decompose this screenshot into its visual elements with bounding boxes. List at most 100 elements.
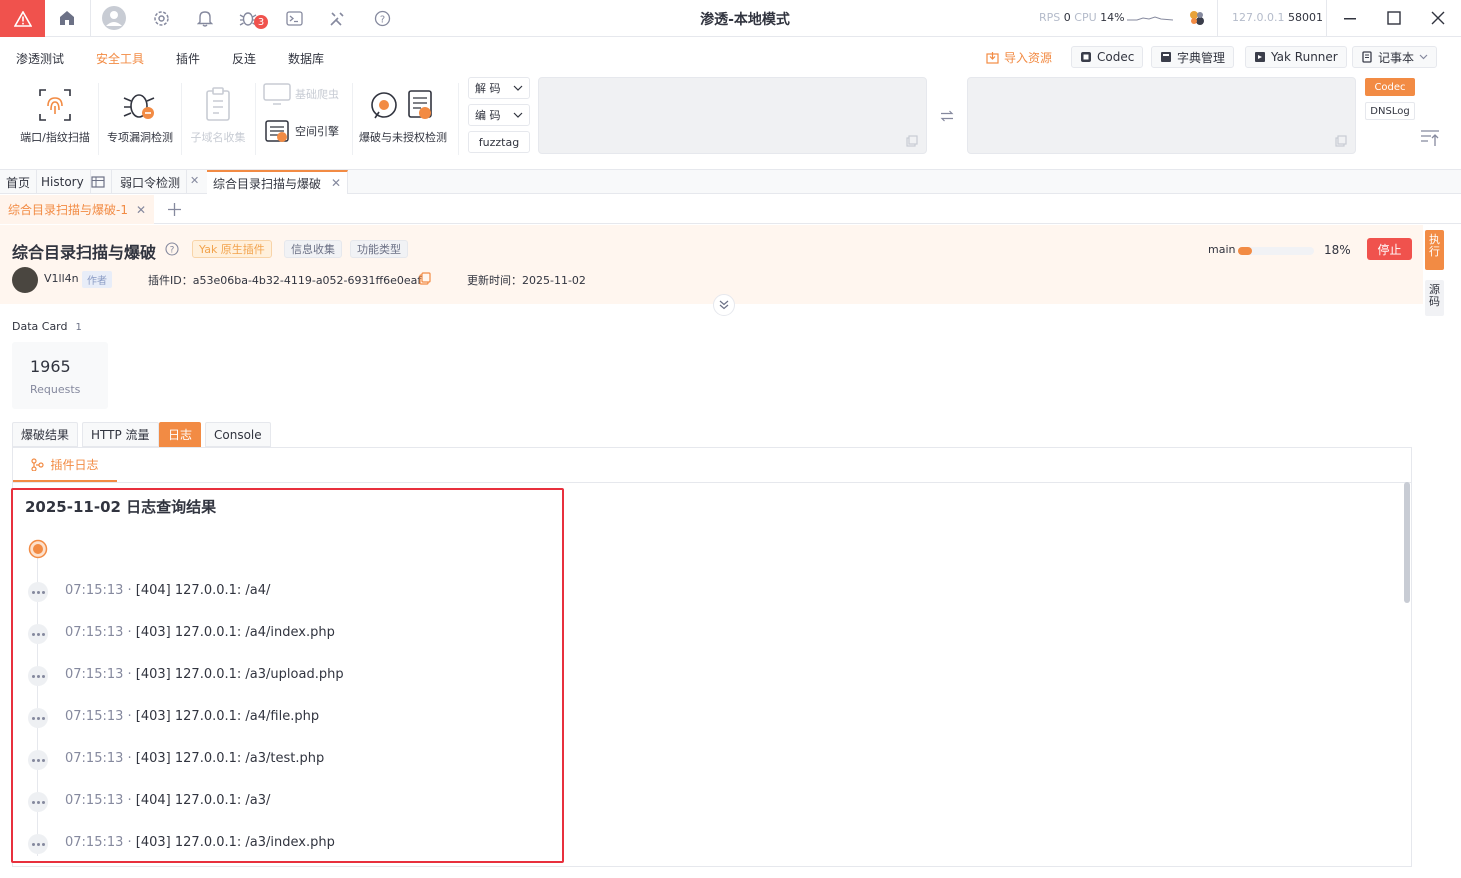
sort-icon[interactable] [1420,129,1440,147]
copy-icon[interactable] [906,135,918,147]
tab-home[interactable]: 首页 [0,170,38,194]
engine-address: 127.0.0.1 58001 [1232,11,1323,24]
brute-force-tool[interactable]: 爆破与未授权检测 [357,85,449,145]
codec-button[interactable]: Codec [1071,46,1144,68]
tab-brute-result[interactable]: 爆破结果 [12,422,79,447]
swap-icon[interactable] [940,110,954,122]
author-name: V1ll4n [44,272,79,285]
yak-runner-button[interactable]: Yak Runner [1245,46,1347,68]
runner-icon [1255,52,1265,62]
side-tab-dnslog[interactable]: DNSLog [1365,102,1415,120]
basic-crawler-tool[interactable]: 基础爬虫 [263,82,339,106]
engine-icon[interactable] [1187,8,1207,28]
port-scan-tool[interactable]: 端口/指纹扫描 [15,85,95,145]
menu-item-plugins[interactable]: 插件 [176,50,200,67]
copy-icon[interactable] [1335,135,1347,147]
notebook-icon [1362,51,1372,63]
sub-tab-dir-scan-1[interactable]: 综合目录扫描与爆破-1 ✕ [0,195,155,224]
scrollbar[interactable] [1404,482,1410,603]
menu-item-database[interactable]: 数据库 [288,50,324,67]
tab-console[interactable]: Console [205,422,271,447]
warning-icon[interactable] [0,0,45,37]
update-time: 更新时间：2025-11-02 [467,274,586,287]
menu-bar: 渗透测试 安全工具 插件 反连 数据库 导入资源 Codec 字典管理 Yak … [0,37,1461,77]
progress-fill [1238,247,1252,255]
data-card-value: 1965 [30,357,71,376]
help-icon[interactable]: ? [372,8,392,28]
avatar [12,267,38,293]
title-bar: 3 ? 渗透-本地模式 RPS 0 CPU 14% 127.0.0.1 5800… [0,0,1461,37]
maximize-icon[interactable] [1384,8,1404,28]
plugin-header: 综合目录扫描与爆破 ? Yak 原生插件 信息收集 功能类型 V1ll4n 作者… [0,225,1423,304]
side-tab-source[interactable]: 源码 [1425,280,1444,316]
bell-icon[interactable] [195,8,215,28]
codec-input-box[interactable] [538,77,927,154]
special-bug-icon [120,85,160,125]
window-title: 渗透-本地模式 [700,12,790,28]
svg-text:?: ? [379,14,384,25]
tab-plugin-log[interactable]: 插件日志 [13,448,117,482]
notebook-button[interactable]: 记事本 [1352,46,1438,68]
tools-icon[interactable] [327,8,347,28]
chevron-down-icon [1419,54,1428,60]
space-engine-tool[interactable]: 空间引擎 [263,118,339,144]
data-card-label: Data Card 1 [12,320,82,333]
menu-item-pentest[interactable]: 渗透测试 [16,50,64,67]
tab-history[interactable]: History [35,170,91,194]
subdomain-tool[interactable]: 子域名收集 [178,85,258,145]
collapse-toggle[interactable] [713,294,735,316]
progress-percent: 18% [1324,243,1351,257]
home-icon[interactable] [57,8,77,28]
side-tab-codec[interactable]: Codec [1365,78,1415,96]
codec-icon [1081,52,1091,62]
stop-button[interactable]: 停止 [1367,238,1412,260]
menu-item-reverse[interactable]: 反连 [232,50,256,67]
vuln-detect-tool[interactable]: 专项漏洞检测 [100,85,180,145]
encode-select[interactable]: 编 码 [468,104,530,126]
plugin-title: 综合目录扫描与爆破 [12,243,157,262]
branch-icon [31,457,45,471]
sub-tabs: 综合目录扫描与爆破-1 ✕ [0,195,1461,224]
data-card: 1965 Requests [12,342,108,409]
dictionary-icon [1161,52,1171,62]
table-icon-tab[interactable] [85,170,112,194]
tag-function-type: 功能类型 [350,240,408,258]
space-engine-icon [265,120,289,142]
terminal-icon[interactable] [284,8,304,28]
clipboard-icon [198,85,238,125]
minimize-icon[interactable] [1340,8,1360,28]
add-tab-icon[interactable] [168,203,181,216]
codec-output-box[interactable] [967,77,1356,154]
close-icon[interactable] [1428,8,1448,28]
tool-ribbon: 端口/指纹扫描 专项漏洞检测 子域名收集 基础爬虫 空间引擎 爆破与未授权检测 … [0,77,1461,170]
close-icon[interactable]: ✕ [190,174,199,187]
menu-item-security-tools[interactable]: 安全工具 [96,50,144,67]
fingerprint-icon [35,85,75,125]
svg-text:?: ? [170,246,175,256]
decode-select[interactable]: 解 码 [468,77,530,99]
monitor-icon [263,83,291,105]
close-icon[interactable]: ✕ [136,203,146,217]
import-resource-button[interactable]: 导入资源 [986,49,1052,66]
copy-icon[interactable] [419,272,431,285]
chevron-down-icon [513,112,523,118]
gear-icon[interactable] [151,8,171,28]
page-tabs: 首页 History 弱口令检测 综合目录扫描与爆破 ✕ ✕ [0,170,1461,194]
tag-yak-native: Yak 原生插件 [192,240,272,258]
table-icon [91,176,105,188]
user-avatar-icon[interactable] [102,6,126,30]
tab-http-flow[interactable]: HTTP 流量 [82,422,159,447]
dict-manage-button[interactable]: 字典管理 [1151,46,1235,68]
tab-log[interactable]: 日志 [159,422,202,447]
tab-weak-password[interactable]: 弱口令检测 [114,170,188,194]
fuzztag-button[interactable]: fuzztag [468,131,530,153]
side-tab-execute[interactable]: 执行 [1425,230,1444,270]
import-icon [986,52,999,64]
help-icon[interactable]: ? [165,242,179,256]
author-badge: 作者 [82,271,112,288]
highlight-box [11,488,564,863]
tab-dir-scan[interactable]: 综合目录扫描与爆破 ✕ [207,170,349,194]
close-icon[interactable]: ✕ [331,176,341,190]
progress-label: main [1208,243,1236,256]
double-chevron-down-icon [719,300,729,310]
